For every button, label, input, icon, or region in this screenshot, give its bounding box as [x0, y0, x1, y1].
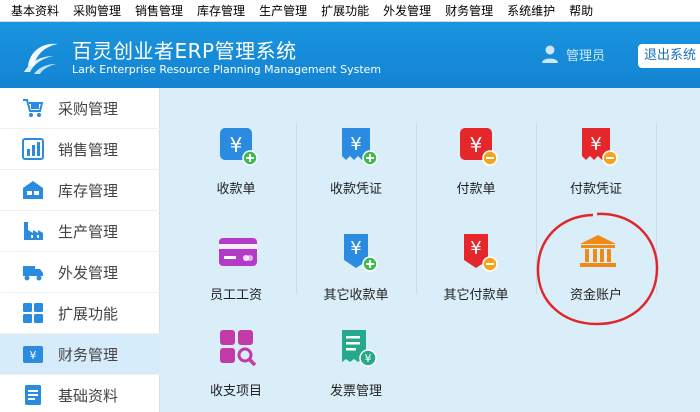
- tile-income-expense-items[interactable]: 收支项目: [176, 314, 296, 410]
- sidebar-item-basic-data[interactable]: 基础资料: [0, 375, 160, 412]
- menu-finance[interactable]: 财务管理: [438, 0, 500, 22]
- logout-button[interactable]: 退出系统: [638, 44, 700, 68]
- menu-help[interactable]: 帮助: [562, 0, 600, 22]
- voucher-plus-icon: ¥: [342, 128, 378, 166]
- menu-basic-data[interactable]: 基本资料: [4, 0, 66, 22]
- cart-icon: [23, 99, 44, 117]
- menu-system[interactable]: 系统维护: [500, 0, 562, 22]
- tile-label: 其它付款单: [443, 288, 509, 303]
- tile-other-payment[interactable]: ¥ 其它付款单: [416, 218, 536, 314]
- menu-outsourcing[interactable]: 外发管理: [376, 0, 438, 22]
- tile-label: 付款单: [456, 182, 496, 197]
- tile-label: 其它收款单: [323, 288, 389, 303]
- sidebar-item-purchase[interactable]: 采购管理: [0, 88, 160, 129]
- menu-inventory[interactable]: 库存管理: [190, 0, 252, 22]
- tile-label: 员工工资: [209, 288, 262, 303]
- lark-logo-icon: [24, 43, 58, 74]
- app-subtitle: Lark Enterprise Resource Planning Manage…: [72, 63, 382, 76]
- truck-icon: [23, 266, 43, 281]
- sidebar-item-label: 生产管理: [58, 222, 119, 241]
- payment-minus-icon: ¥: [460, 128, 498, 166]
- user-icon: [542, 45, 558, 63]
- menu-production[interactable]: 生产管理: [252, 0, 314, 22]
- sidebar-item-label: 外发管理: [58, 263, 119, 282]
- tile-label: 收款凭证: [329, 182, 382, 197]
- sidebar-item-production[interactable]: 生产管理: [0, 211, 160, 252]
- current-user[interactable]: 管理员: [540, 44, 605, 64]
- tile-other-receipt[interactable]: ¥ 其它收款单: [296, 218, 416, 314]
- tile-label: 发票管理: [329, 384, 382, 399]
- svg-text:¥: ¥: [30, 349, 37, 362]
- other-payment-icon: ¥: [464, 234, 498, 272]
- tile-label: 收款单: [216, 182, 256, 197]
- sidebar-item-label: 采购管理: [58, 99, 119, 118]
- factory-icon: [24, 222, 43, 240]
- tile-receipt-voucher[interactable]: ¥ 收款凭证: [296, 112, 416, 208]
- sidebar-item-label: 扩展功能: [58, 304, 119, 323]
- sidebar-item-extensions[interactable]: 扩展功能: [0, 293, 160, 334]
- category-search-icon: [220, 330, 257, 367]
- other-receipt-icon: ¥: [344, 234, 378, 272]
- tile-receipt[interactable]: ¥ 收款单: [176, 112, 296, 208]
- grid-icon: [23, 303, 43, 323]
- receipt-plus-icon: ¥: [220, 128, 258, 166]
- menu-extensions[interactable]: 扩展功能: [314, 0, 376, 22]
- tile-payment[interactable]: ¥ 付款单: [416, 112, 536, 208]
- boxes-icon: [23, 181, 43, 199]
- svg-text:¥: ¥: [350, 238, 361, 259]
- sidebar-item-label: 基础资料: [58, 386, 119, 405]
- app-title: 百灵创业者ERP管理系统: [72, 39, 297, 63]
- sidebar-item-outsourcing[interactable]: 外发管理: [0, 252, 160, 293]
- tile-salary[interactable]: 员工工资: [176, 218, 296, 314]
- svg-text:¥: ¥: [365, 352, 372, 365]
- menu-sales[interactable]: 销售管理: [128, 0, 190, 22]
- invoice-icon: ¥: [342, 330, 377, 367]
- app-header: 百灵创业者ERP管理系统 Lark Enterprise Resource Pl…: [0, 22, 700, 88]
- svg-text:¥: ¥: [350, 134, 361, 155]
- yuan-box-icon: ¥: [23, 346, 43, 363]
- menu-purchase[interactable]: 采购管理: [66, 0, 128, 22]
- tile-invoice[interactable]: ¥ 发票管理: [296, 314, 416, 410]
- sidebar-item-label: 财务管理: [58, 345, 119, 364]
- svg-text:¥: ¥: [470, 238, 481, 259]
- sidebar-item-label: 销售管理: [58, 140, 119, 159]
- top-menu-bar: 基本资料 采购管理 销售管理 库存管理 生产管理 扩展功能 外发管理 财务管理 …: [0, 0, 700, 22]
- voucher-minus-icon: ¥: [582, 128, 618, 166]
- user-name: 管理员: [566, 48, 606, 64]
- bar-chart-icon: [22, 138, 44, 160]
- tile-label: 付款凭证: [569, 182, 622, 197]
- sidebar-item-finance[interactable]: ¥ 财务管理: [0, 334, 160, 375]
- tile-payment-voucher[interactable]: ¥ 付款凭证: [536, 112, 656, 208]
- salary-card-icon: [219, 238, 257, 266]
- tile-label: 收支项目: [209, 384, 262, 399]
- sidebar-item-label: 库存管理: [58, 181, 119, 200]
- sidebar-item-inventory[interactable]: 库存管理: [0, 170, 160, 211]
- svg-text:¥: ¥: [590, 134, 601, 155]
- sidebar-item-sales[interactable]: 销售管理: [0, 129, 160, 170]
- svg-text:¥: ¥: [470, 133, 483, 157]
- document-icon: [25, 385, 41, 405]
- svg-text:¥: ¥: [230, 133, 243, 157]
- sidebar: 采购管理 销售管理 库存管理 生产管理 外发管理 扩展功能 ¥ 财务管理 基础资…: [0, 88, 160, 412]
- annotation-circle: [536, 212, 659, 326]
